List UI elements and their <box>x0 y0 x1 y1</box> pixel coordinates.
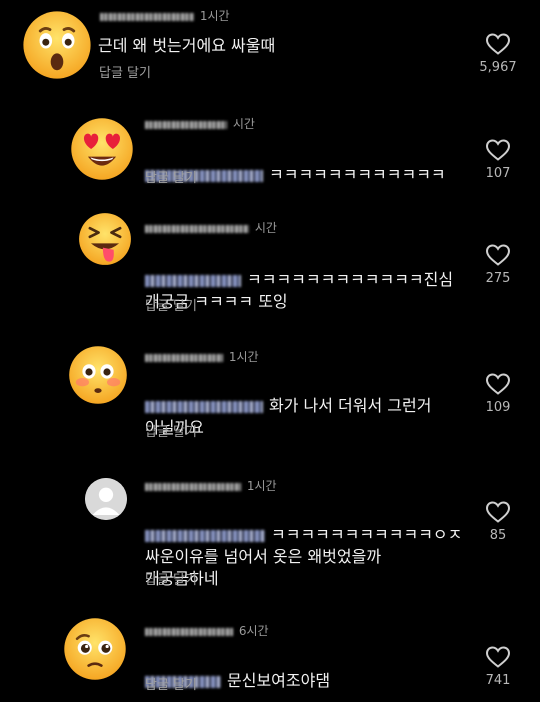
avatar-default[interactable] <box>85 478 127 520</box>
like-count: 109 <box>485 400 511 415</box>
reply-item: 1시간 ㅋㅋㅋㅋㅋㅋㅋㅋㅋㅋㅋㅇㅈ 싸운이유를 넘어서 옷은 왜벗었을까 개궁금… <box>0 468 540 593</box>
heart-icon <box>485 33 511 55</box>
like-count: 741 <box>485 673 511 688</box>
heart-eyes-icon <box>71 118 133 180</box>
username-blurred[interactable] <box>145 482 241 491</box>
default-avatar-icon <box>85 478 127 520</box>
username-blurred[interactable] <box>145 627 233 636</box>
flushed-face-icon <box>69 346 127 404</box>
like-count: 275 <box>485 271 511 286</box>
avatar-heart-eyes[interactable] <box>70 117 134 181</box>
reply-item: 1시간 화가 나서 더워서 그런거 아닐까요 답글 달기 109 <box>0 340 540 450</box>
heart-icon <box>485 646 511 668</box>
comment-time: 6시간 <box>238 624 269 638</box>
comment-time: 1시간 <box>199 9 230 23</box>
reply-button[interactable]: 답글 달기 <box>145 572 197 590</box>
avatar-zany-face[interactable] <box>78 212 132 266</box>
like-button[interactable]: 275 <box>473 243 523 287</box>
like-count: 107 <box>485 166 511 181</box>
heart-icon <box>485 501 511 523</box>
reply-button[interactable]: 답글 달기 <box>145 424 197 442</box>
like-button[interactable]: 741 <box>473 645 523 689</box>
reply-button[interactable]: 답글 달기 <box>145 170 197 188</box>
pleading-face-icon <box>64 618 126 680</box>
comment-meta: 1시간 <box>100 8 230 24</box>
reply-item: 시간 ㅋㅋㅋㅋㅋㅋㅋㅋㅋㅋㅋㅋ진심 개궁금 ㅋㅋㅋㅋ 또잉 답글 달기 275 <box>0 210 540 330</box>
username-blurred[interactable] <box>145 353 223 362</box>
astonished-face-icon <box>23 11 91 79</box>
like-count: 85 <box>489 528 507 543</box>
username-blurred[interactable] <box>100 12 194 21</box>
comment-meta: 시간 <box>145 220 277 236</box>
comment-item: 1시간 근데 왜 벗는거에요 싸울때 답글 달기 5,967 <box>0 0 540 95</box>
comment-meta: 1시간 <box>145 349 259 365</box>
reply-item: 6시간 문신보여조야댐 답글 달기 741 <box>0 612 540 702</box>
comment-time: 1시간 <box>228 350 259 364</box>
comment-time: 시간 <box>254 221 277 235</box>
zany-face-icon <box>79 213 131 265</box>
reply-button[interactable]: 답글 달기 <box>145 677 197 695</box>
comment-meta: 1시간 <box>145 478 277 494</box>
heart-icon <box>485 139 511 161</box>
avatar-astonished-face[interactable] <box>22 10 92 80</box>
like-count: 5,967 <box>479 60 517 75</box>
like-button[interactable]: 5,967 <box>473 32 523 76</box>
mention-tag[interactable] <box>145 400 263 413</box>
comment-meta: 6시간 <box>145 623 269 639</box>
comment-text: 근데 왜 벗는거에요 싸울때 <box>98 36 276 55</box>
heart-icon <box>485 373 511 395</box>
like-button[interactable]: 85 <box>473 500 523 544</box>
comment-time: 1시간 <box>246 479 277 493</box>
reply-item: 시간 ㅋㅋㅋㅋㅋㅋㅋㅋㅋㅋㅋㅋ 답글 달기 107 <box>0 105 540 195</box>
avatar-flushed-face[interactable] <box>68 345 128 405</box>
mention-tag[interactable] <box>145 529 265 542</box>
heart-icon <box>485 244 511 266</box>
username-blurred[interactable] <box>145 224 249 233</box>
like-button[interactable]: 107 <box>473 138 523 182</box>
username-blurred[interactable] <box>145 120 227 129</box>
avatar-pleading-face[interactable] <box>63 617 127 681</box>
comment-meta: 시간 <box>145 116 255 132</box>
comment-thread: 1시간 근데 왜 벗는거에요 싸울때 답글 달기 5,967 시간 ㅋㅋㅋㅋㅋㅋ… <box>0 0 540 702</box>
comment-time: 시간 <box>232 117 255 131</box>
reply-button[interactable]: 답글 달기 <box>145 298 197 316</box>
like-button[interactable]: 109 <box>473 372 523 416</box>
mention-tag[interactable] <box>145 274 241 287</box>
reply-button[interactable]: 답글 달기 <box>99 65 151 83</box>
